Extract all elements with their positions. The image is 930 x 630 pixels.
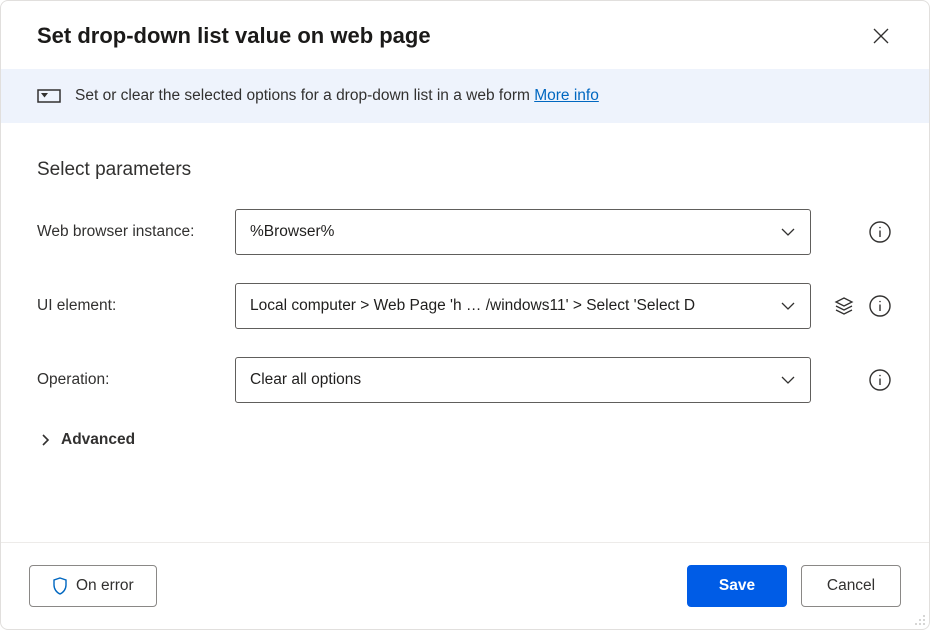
info-banner: Set or clear the selected options for a … [1, 69, 929, 123]
shield-icon [52, 577, 68, 595]
resize-grip-icon[interactable] [912, 612, 926, 626]
close-icon [873, 28, 889, 44]
browser-value: %Browser% [250, 223, 334, 241]
ui-element-info-button[interactable] [867, 293, 893, 319]
ui-element-label: UI element: [37, 297, 227, 315]
on-error-label: On error [76, 577, 134, 595]
param-row-ui-element: UI element: Local computer > Web Page 'h… [37, 283, 893, 329]
info-icon [869, 295, 891, 317]
ui-element-picker-button[interactable] [831, 293, 857, 319]
info-icon [869, 369, 891, 391]
on-error-button[interactable]: On error [29, 565, 157, 607]
layers-icon [834, 296, 854, 316]
ui-element-select[interactable]: Local computer > Web Page 'h … /windows1… [235, 283, 811, 329]
section-title: Select parameters [37, 159, 893, 181]
advanced-label: Advanced [61, 431, 135, 449]
advanced-toggle[interactable]: Advanced [37, 431, 893, 449]
close-button[interactable] [869, 24, 893, 48]
dialog-header: Set drop-down list value on web page [1, 1, 929, 69]
dropdown-action-icon [37, 87, 61, 105]
param-row-browser: Web browser instance: %Browser% [37, 209, 893, 255]
info-icon [869, 221, 891, 243]
chevron-down-icon [780, 298, 796, 314]
dialog-title: Set drop-down list value on web page [37, 23, 431, 49]
more-info-link[interactable]: More info [534, 87, 599, 104]
browser-info-button[interactable] [867, 219, 893, 245]
ui-element-value: Local computer > Web Page 'h … /windows1… [250, 297, 695, 315]
chevron-down-icon [780, 372, 796, 388]
param-row-operation: Operation: Clear all options [37, 357, 893, 403]
dialog-footer: On error Save Cancel [1, 542, 929, 629]
operation-info-button[interactable] [867, 367, 893, 393]
dialog-content: Select parameters Web browser instance: … [1, 123, 929, 449]
chevron-right-icon [37, 432, 53, 448]
operation-label: Operation: [37, 371, 227, 389]
operation-select[interactable]: Clear all options [235, 357, 811, 403]
save-button[interactable]: Save [687, 565, 787, 607]
save-label: Save [719, 577, 755, 595]
operation-value: Clear all options [250, 371, 361, 389]
browser-label: Web browser instance: [37, 223, 227, 241]
browser-select[interactable]: %Browser% [235, 209, 811, 255]
cancel-button[interactable]: Cancel [801, 565, 901, 607]
banner-description: Set or clear the selected options for a … [75, 87, 534, 104]
cancel-label: Cancel [827, 577, 875, 595]
chevron-down-icon [780, 224, 796, 240]
banner-text: Set or clear the selected options for a … [75, 87, 599, 105]
